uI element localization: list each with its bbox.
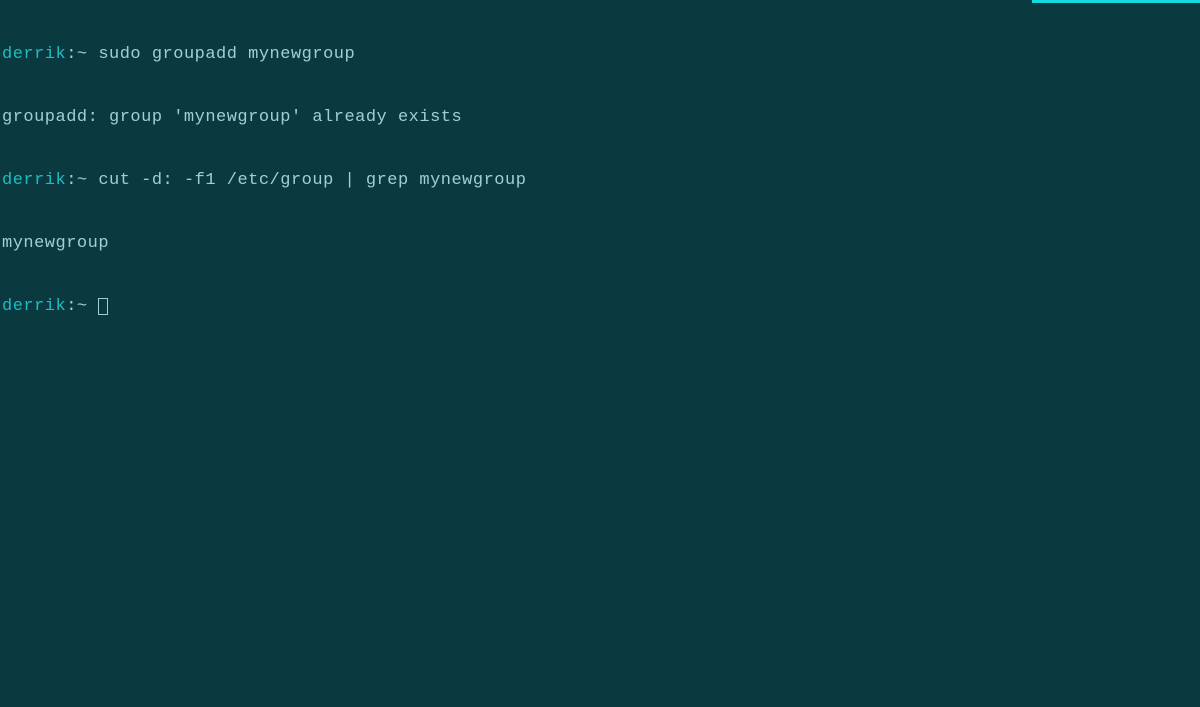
prompt-path: ~ — [77, 45, 88, 64]
command-text: cut -d: -f1 /etc/group | grep mynewgroup — [98, 171, 526, 190]
prompt-separator: : — [66, 45, 77, 64]
terminal-output-line: mynewgroup — [2, 233, 1198, 254]
prompt-user: derrik — [2, 171, 66, 190]
terminal-output-line: groupadd: group 'mynewgroup' already exi… — [2, 107, 1198, 128]
terminal-output-area[interactable]: derrik:~ sudo groupadd mynewgroup groupa… — [2, 2, 1198, 338]
prompt-end — [88, 45, 99, 64]
prompt-end — [88, 171, 99, 190]
prompt-path: ~ — [77, 171, 88, 190]
prompt-path: ~ — [77, 297, 88, 316]
terminal-line: derrik:~ cut -d: -f1 /etc/group | grep m… — [2, 170, 1198, 191]
prompt-end — [88, 297, 99, 316]
cursor-block-icon[interactable] — [98, 298, 108, 315]
terminal-line: derrik:~ sudo groupadd mynewgroup — [2, 44, 1198, 65]
window-accent-bar — [1032, 0, 1200, 3]
terminal-line: derrik:~ — [2, 296, 1198, 317]
prompt-separator: : — [66, 171, 77, 190]
command-text: sudo groupadd mynewgroup — [98, 45, 355, 64]
prompt-user: derrik — [2, 297, 66, 316]
prompt-separator: : — [66, 297, 77, 316]
prompt-user: derrik — [2, 45, 66, 64]
